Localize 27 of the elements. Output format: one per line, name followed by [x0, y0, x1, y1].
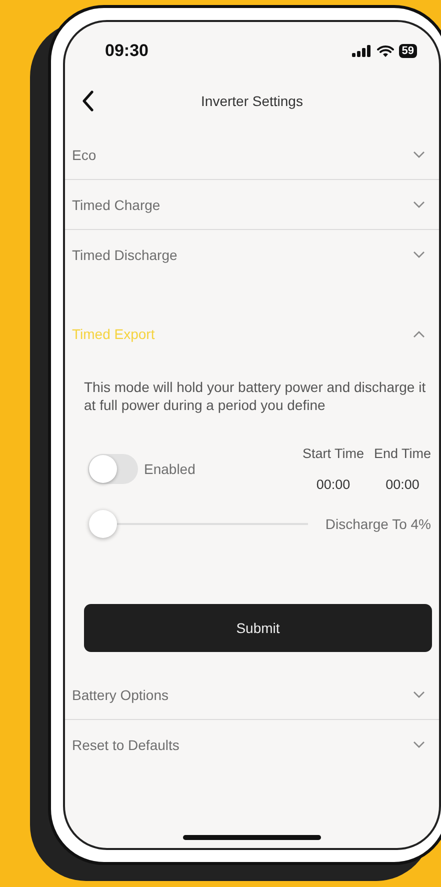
time-label: End Time: [374, 446, 431, 461]
time-value[interactable]: 00:00: [386, 477, 420, 492]
toggle-label: Enabled: [144, 461, 196, 477]
accordion-header[interactable]: Reset to Defaults: [65, 719, 439, 769]
slider-thumb[interactable]: [89, 510, 117, 538]
accordion-header[interactable]: Battery Options: [65, 670, 439, 719]
back-icon[interactable]: [81, 90, 95, 112]
accordion-header[interactable]: Timed Charge: [65, 179, 439, 229]
accordion-header[interactable]: Timed Discharge: [65, 229, 439, 279]
enable-toggle[interactable]: [88, 454, 138, 484]
submit-button[interactable]: Submit: [84, 604, 432, 652]
chevron-down-icon: [413, 200, 425, 208]
chevron-down-icon: [413, 250, 425, 258]
battery-indicator: 59: [398, 44, 417, 58]
chevron-up-icon: [413, 330, 425, 338]
wifi-icon: [376, 45, 394, 57]
chevron-down-icon: [413, 740, 425, 748]
accordion-header[interactable]: Eco: [65, 130, 439, 179]
time-value[interactable]: 00:00: [316, 477, 350, 492]
mode-description: This mode will hold your battery power and discharge it at full power during a period you define: [84, 378, 427, 414]
status-time: 09:30: [105, 41, 148, 61]
signal-icon: [352, 45, 372, 57]
screen-title: Inverter Settings: [201, 93, 303, 109]
time-label: Start Time: [302, 446, 364, 461]
chevron-down-icon: [413, 150, 425, 158]
slider-label: Discharge To 4%: [325, 516, 431, 532]
chevron-down-icon: [413, 690, 425, 698]
